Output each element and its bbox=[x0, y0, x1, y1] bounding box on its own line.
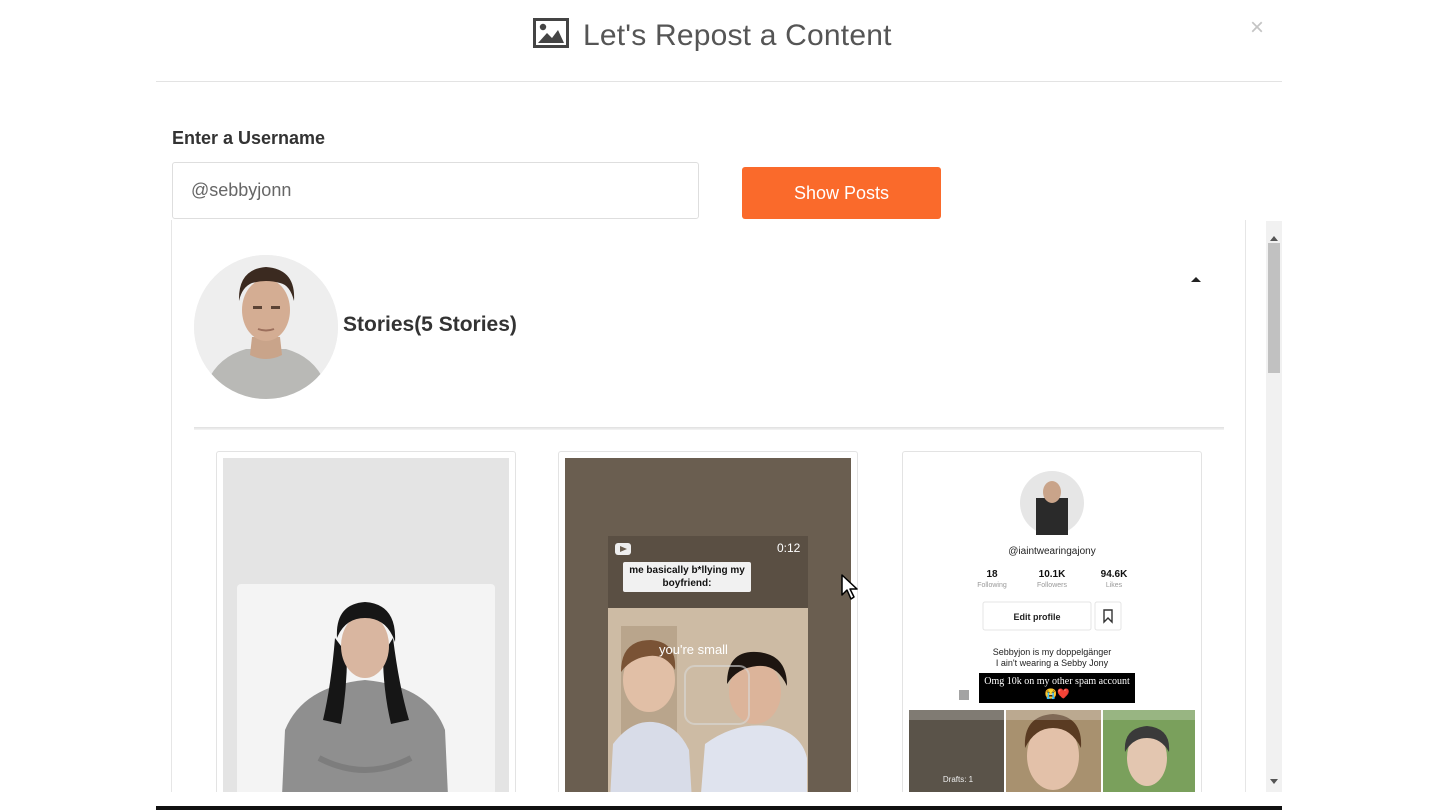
video-caption: me basically b*llying my boyfriend: bbox=[623, 562, 751, 592]
story-card-2[interactable]: 0:12 me basically b*llying my boyfriend:… bbox=[558, 451, 858, 792]
show-posts-button[interactable]: Show Posts bbox=[742, 167, 941, 219]
edit-profile-button: Edit profile bbox=[1013, 612, 1061, 622]
story-card-1[interactable] bbox=[216, 451, 516, 792]
username-label: Enter a Username bbox=[172, 128, 326, 148]
profile-handle: @iaintwearingajony bbox=[1008, 546, 1096, 557]
video-thumbnail: 0:12 me basically b*llying my boyfriend:… bbox=[565, 458, 851, 792]
following-label: Following bbox=[977, 582, 1007, 589]
profile-screenshot-thumbnail: @iaintwearingajony 18 Following 10.1K Fo… bbox=[909, 458, 1195, 792]
story-card-3[interactable]: @iaintwearingajony 18 Following 10.1K Fo… bbox=[902, 451, 1202, 792]
bio-line-2: I ain't wearing a Sebby Jony bbox=[995, 658, 1109, 668]
comment-overlay: Omg 10k on my other spam account 😭❤️ bbox=[979, 673, 1135, 703]
stories-panel: Stories(5 Stories) 0:12 me basically b*l… bbox=[171, 220, 1246, 792]
repost-modal: Let's Repost a Content × Enter a Usernam… bbox=[0, 0, 1440, 810]
avatar bbox=[194, 255, 338, 399]
scroll-thumb[interactable] bbox=[1268, 243, 1280, 373]
photo-thumbnail bbox=[223, 458, 509, 792]
close-icon[interactable]: × bbox=[1250, 16, 1264, 40]
stories-heading: Stories(5 Stories) bbox=[343, 313, 517, 336]
followers-count: 10.1K bbox=[1038, 569, 1066, 580]
panel-scrollbar[interactable] bbox=[1266, 221, 1282, 792]
drafts-label: Drafts: 1 bbox=[942, 775, 974, 784]
stories-divider bbox=[194, 427, 1224, 430]
caret-up-icon[interactable] bbox=[1189, 271, 1203, 282]
modal-title: Let's Repost a Content bbox=[583, 18, 892, 52]
likes-label: Likes bbox=[1105, 582, 1123, 589]
username-input[interactable] bbox=[172, 162, 699, 219]
header-divider bbox=[156, 81, 1282, 82]
scroll-up-icon[interactable] bbox=[1269, 229, 1279, 241]
video-duration: 0:12 bbox=[777, 541, 801, 555]
video-subtitle: you're small bbox=[659, 642, 728, 657]
following-count: 18 bbox=[986, 569, 998, 580]
followers-label: Followers bbox=[1037, 582, 1067, 589]
image-icon bbox=[533, 18, 569, 53]
modal-title-group: Let's Repost a Content bbox=[533, 18, 892, 53]
bottom-edge bbox=[156, 806, 1282, 810]
modal-header: Let's Repost a Content × bbox=[0, 0, 1440, 82]
scroll-down-icon[interactable] bbox=[1269, 773, 1279, 784]
bio-line-1: Sebbyjon is my doppelgänger bbox=[992, 647, 1112, 657]
likes-count: 94.6K bbox=[1100, 569, 1128, 580]
mouse-cursor-icon bbox=[840, 573, 860, 606]
